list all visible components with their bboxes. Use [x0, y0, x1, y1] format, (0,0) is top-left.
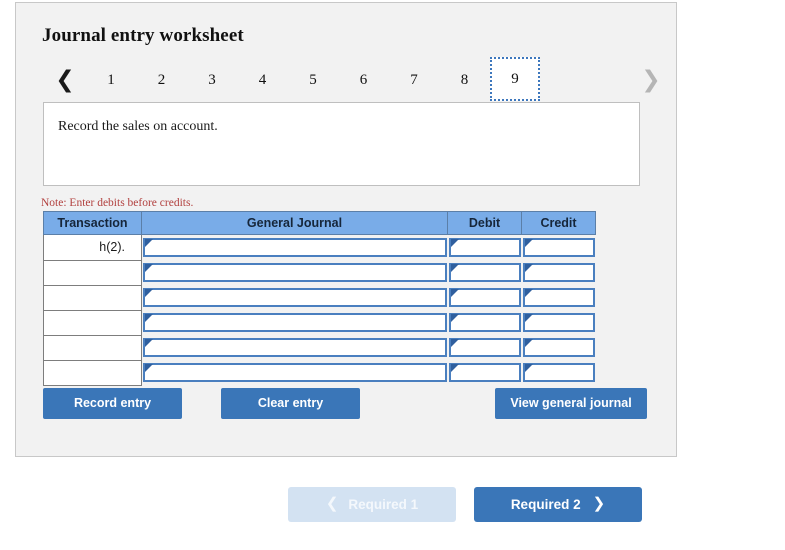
pagination-page-6[interactable]: 6 [339, 65, 389, 95]
debit-input[interactable] [448, 337, 521, 357]
pagination-page-list: 123456789 [86, 57, 626, 103]
column-header-credit: Credit [521, 211, 596, 235]
transaction-cell [43, 334, 142, 361]
table-row [43, 284, 596, 311]
required-1-label: Required 1 [348, 497, 419, 512]
worksheet-action-buttons: Record entry Clear entry View general jo… [43, 388, 663, 420]
pagination-page-3[interactable]: 3 [187, 65, 237, 95]
general-journal-input-cell [141, 335, 448, 360]
table-row [43, 259, 596, 286]
debit-input-cell [447, 260, 522, 285]
column-header-transaction: Transaction [43, 211, 142, 235]
chevron-right-icon[interactable]: ❯ [638, 65, 664, 95]
table-row [43, 309, 596, 336]
transaction-cell: h(2). [43, 234, 142, 261]
pagination-page-7[interactable]: 7 [389, 65, 439, 95]
transaction-cell [43, 359, 142, 386]
debit-input[interactable] [448, 237, 521, 257]
general-journal-input-cell [141, 285, 448, 310]
credit-input-cell [521, 310, 596, 335]
journal-entry-worksheet-panel: Journal entry worksheet ❮ 123456789 ❯ Re… [15, 2, 677, 457]
transaction-cell [43, 309, 142, 336]
general-journal-input-cell [141, 360, 448, 385]
required-navigation: ❮ Required 1 Required 2 ❯ [288, 487, 648, 523]
debit-input-cell [447, 310, 522, 335]
chevron-right-icon: ❯ [592, 496, 606, 512]
worksheet-pagination: ❮ 123456789 ❯ [38, 57, 661, 103]
pagination-page-5[interactable]: 5 [288, 65, 338, 95]
general-journal-input[interactable] [143, 337, 447, 357]
journal-entry-table: Transaction General Journal Debit Credit… [43, 211, 596, 386]
table-row: h(2). [43, 234, 596, 261]
general-journal-input-cell [141, 310, 448, 335]
pagination-page-4[interactable]: 4 [238, 65, 288, 95]
required-2-label: Required 2 [510, 497, 581, 512]
general-journal-input[interactable] [143, 237, 447, 257]
debit-input-cell [447, 285, 522, 310]
general-journal-input-cell [141, 260, 448, 285]
credit-input[interactable] [522, 312, 595, 332]
debit-input-cell [447, 335, 522, 360]
general-journal-input-cell [141, 234, 448, 260]
view-general-journal-button[interactable]: View general journal [495, 388, 647, 419]
pagination-page-9[interactable]: 9 [490, 57, 540, 101]
pagination-page-8[interactable]: 8 [440, 65, 490, 95]
instruction-text: Record the sales on account. [58, 119, 218, 134]
general-journal-input[interactable] [143, 312, 447, 332]
instruction-box: Record the sales on account. [43, 102, 640, 186]
transaction-cell [43, 284, 142, 311]
table-row [43, 359, 596, 386]
credit-input[interactable] [522, 337, 595, 357]
transaction-cell [43, 259, 142, 286]
credit-input[interactable] [522, 362, 595, 382]
chevron-left-icon[interactable]: ❮ [52, 65, 78, 95]
clear-entry-button[interactable]: Clear entry [221, 388, 360, 419]
table-header-row: Transaction General Journal Debit Credit [43, 211, 596, 235]
credit-input-cell [521, 234, 596, 260]
credit-input-cell [521, 285, 596, 310]
general-journal-input[interactable] [143, 362, 447, 382]
credit-input-cell [521, 335, 596, 360]
debit-input-cell [447, 234, 522, 260]
credit-input[interactable] [522, 237, 595, 257]
general-journal-input[interactable] [143, 287, 447, 307]
general-journal-input[interactable] [143, 262, 447, 282]
debit-input[interactable] [448, 362, 521, 382]
credit-input-cell [521, 360, 596, 385]
required-1-button[interactable]: ❮ Required 1 [288, 487, 456, 522]
pagination-page-2[interactable]: 2 [137, 65, 187, 95]
column-header-general-journal: General Journal [141, 211, 448, 235]
credit-input-cell [521, 260, 596, 285]
table-row [43, 334, 596, 361]
column-header-debit: Debit [447, 211, 522, 235]
chevron-left-icon: ❮ [325, 496, 339, 512]
required-2-button[interactable]: Required 2 ❯ [474, 487, 642, 522]
credit-input[interactable] [522, 287, 595, 307]
page-title: Journal entry worksheet [42, 25, 244, 46]
debit-input[interactable] [448, 287, 521, 307]
pagination-page-1[interactable]: 1 [86, 65, 136, 95]
record-entry-button[interactable]: Record entry [43, 388, 182, 419]
debit-input[interactable] [448, 262, 521, 282]
note-text: Note: Enter debits before credits. [41, 197, 194, 209]
credit-input[interactable] [522, 262, 595, 282]
debit-input[interactable] [448, 312, 521, 332]
debit-input-cell [447, 360, 522, 385]
